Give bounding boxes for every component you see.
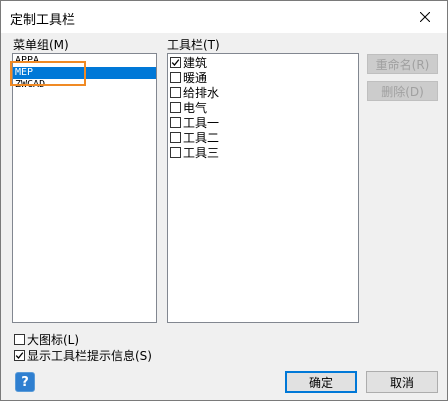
large-icons-option[interactable]: 大图标(L) [14, 331, 79, 348]
toolbar-item[interactable]: 工具二 [168, 130, 358, 145]
menu-group-label: 菜单组(M) [13, 38, 69, 52]
show-tooltips-option[interactable]: 显示工具栏提示信息(S) [14, 347, 152, 364]
show-tooltips-label: 显示工具栏提示信息(S) [27, 349, 152, 363]
menu-group-list[interactable]: APPA MEP ZWCAD [12, 53, 157, 323]
rename-button[interactable]: 重命名(R) [367, 54, 438, 74]
toolbar-item[interactable]: 工具三 [168, 145, 358, 160]
menu-group-item[interactable]: APPA [13, 55, 156, 67]
help-icon: ? [21, 374, 29, 390]
menu-group-item[interactable]: ZWCAD [13, 79, 156, 91]
help-button[interactable]: ? [15, 372, 35, 392]
toolbar-item[interactable]: 工具一 [168, 115, 358, 130]
close-button[interactable] [403, 1, 447, 33]
ok-button[interactable]: 确定 [285, 371, 357, 393]
title-bar: 定制工具栏 [1, 1, 447, 33]
show-tooltips-checkbox[interactable] [14, 350, 25, 361]
large-icons-checkbox[interactable] [14, 334, 25, 345]
toolbar-item[interactable]: 电气 [168, 100, 358, 115]
toolbar-item-checkbox[interactable] [170, 72, 181, 83]
toolbar-item[interactable]: 暖通 [168, 70, 358, 85]
close-icon [420, 12, 430, 22]
toolbar-item-checkbox[interactable] [170, 147, 181, 158]
toolbar-item-checkbox[interactable] [170, 132, 181, 143]
customize-toolbar-dialog: 定制工具栏 菜单组(M) APPA MEP ZWCAD 工具栏(T) 建筑 暖通 给排水… [0, 0, 448, 401]
toolbar-item-checkbox[interactable] [170, 57, 181, 68]
toolbar-item-label: 工具三 [183, 146, 220, 160]
delete-button[interactable]: 删除(D) [367, 81, 438, 101]
toolbar-item[interactable]: 建筑 [168, 55, 358, 70]
menu-group-item[interactable]: MEP [13, 67, 156, 79]
toolbar-label: 工具栏(T) [167, 38, 220, 52]
cancel-button[interactable]: 取消 [366, 371, 438, 393]
window-title: 定制工具栏 [10, 13, 76, 28]
large-icons-label: 大图标(L) [27, 333, 80, 347]
toolbar-item-checkbox[interactable] [170, 87, 181, 98]
toolbar-list[interactable]: 建筑 暖通 给排水 电气 工具一 工具二 工具三 [167, 53, 359, 323]
toolbar-item-checkbox[interactable] [170, 102, 181, 113]
toolbar-item[interactable]: 给排水 [168, 85, 358, 100]
toolbar-item-checkbox[interactable] [170, 117, 181, 128]
